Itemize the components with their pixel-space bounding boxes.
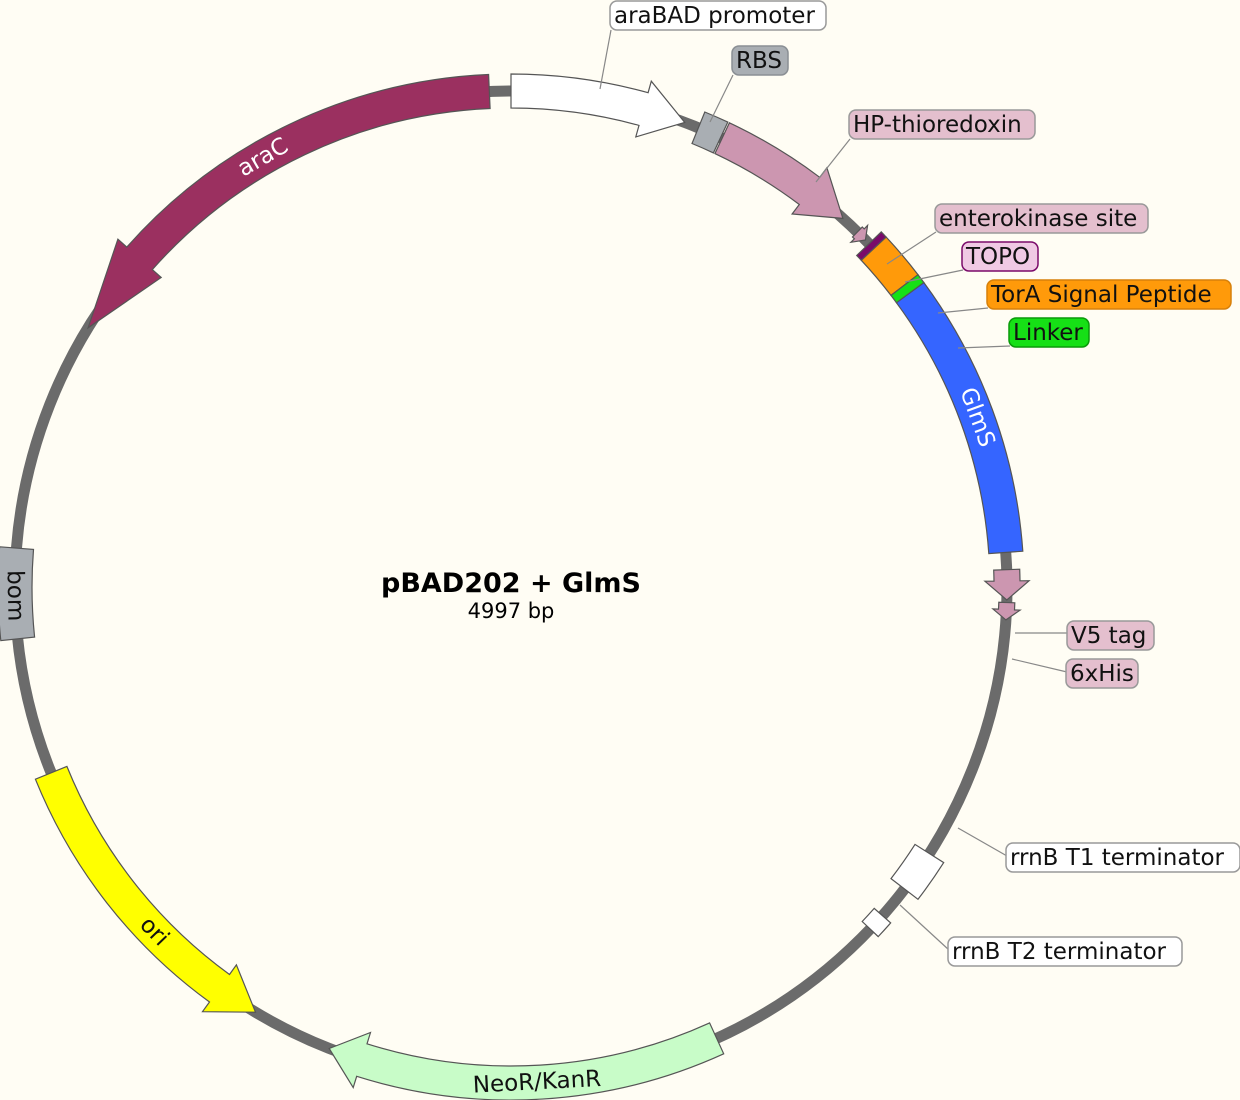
leader-rbs xyxy=(709,74,734,123)
label-text-hp-trx: HP-thioredoxin xyxy=(853,112,1022,138)
leader-his xyxy=(1011,658,1068,673)
feature-hp-trx[interactable] xyxy=(714,122,844,220)
plasmid-name: pBAD202 + GlmS xyxy=(381,568,641,599)
feature-v5[interactable] xyxy=(983,568,1031,601)
label-text-rbs: RBS xyxy=(736,48,782,74)
label-text-tora: TorA Signal Peptide xyxy=(990,282,1212,308)
leader-arabad xyxy=(599,29,612,90)
leader-tora xyxy=(937,307,989,314)
label-layer: araCaraBAD promoterRBSHP-thioredoxinente… xyxy=(2,0,1240,1099)
label-text-linker: Linker xyxy=(1013,320,1083,346)
leader-rrnbt1 xyxy=(957,827,1008,857)
label-text-arabad: araBAD promoter xyxy=(614,3,815,29)
feature-label-bom: bom xyxy=(2,570,29,622)
label-text-his: 6xHis xyxy=(1070,661,1134,687)
label-text-topo: TOPO xyxy=(965,244,1030,270)
feature-arabad[interactable] xyxy=(510,73,686,138)
leader-rrnbt2 xyxy=(899,904,950,951)
leader-linker xyxy=(957,345,1011,349)
feature-arac[interactable] xyxy=(86,73,491,330)
feature-glms[interactable] xyxy=(895,281,1024,555)
feature-ori[interactable] xyxy=(34,765,257,1013)
feature-his[interactable] xyxy=(991,601,1022,621)
plasmid-map: araCaraBAD promoterRBSHP-thioredoxinente… xyxy=(0,0,1240,1100)
leader-hp-trx xyxy=(815,138,851,183)
label-text-rrnbt1: rrnB T1 terminator xyxy=(1010,845,1225,871)
plasmid-length: 4997 bp xyxy=(468,599,555,623)
label-text-v5: V5 tag xyxy=(1071,623,1146,649)
label-text-rrnbt2: rrnB T2 terminator xyxy=(952,939,1167,965)
label-text-ek-site: enterokinase site xyxy=(939,206,1137,232)
center-title: pBAD202 + GlmS 4997 bp xyxy=(381,568,641,623)
